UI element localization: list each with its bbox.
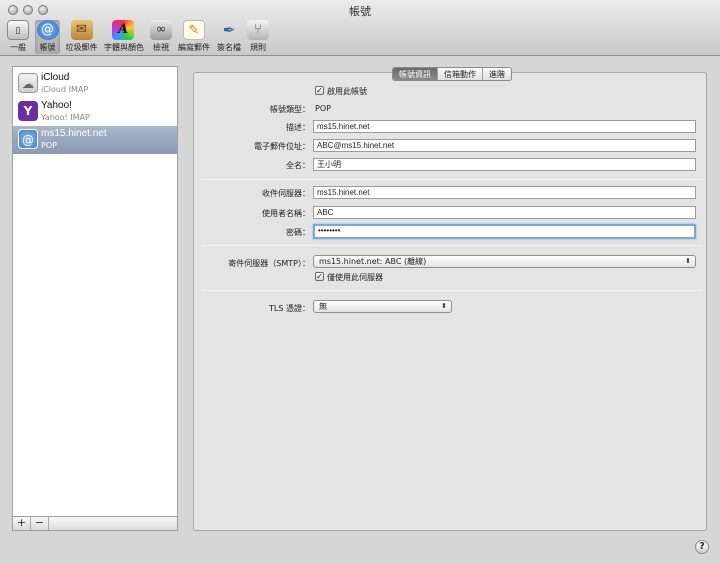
- divider: [202, 179, 702, 180]
- incoming-server-label: 收件伺服器：: [262, 189, 310, 198]
- outgoing-server-label: 寄件伺服器（SMTP）：: [228, 259, 310, 268]
- full-name-field[interactable]: 王小明: [313, 158, 696, 171]
- divider: [202, 245, 702, 246]
- account-item-ms15-hinet[interactable]: @ ms15.hinet.net POP: [13, 126, 177, 154]
- sidebar-button-bar: + −: [12, 516, 178, 531]
- title-toolbar-bar: 帳號 ▯ 一般 @ 帳號 ✉ 垃圾郵件 A 字體與顏色 ∞ 檢視 ✎ 編寫郵件 …: [0, 0, 720, 56]
- toolbar-signatures[interactable]: ✒ 簽名檔: [215, 20, 243, 54]
- signature-icon: ✒: [222, 21, 236, 39]
- toolbar-junk-mail[interactable]: ✉ 垃圾郵件: [64, 20, 99, 54]
- account-item-icloud[interactable]: ☁ iCloud iCloud IMAP: [13, 70, 177, 98]
- account-type-label: 帳號類型：: [270, 105, 310, 114]
- segmented-tabs: 帳號資訊 信箱動作 進階: [392, 67, 512, 81]
- description-field[interactable]: ms15.hinet.net: [313, 120, 696, 133]
- tls-certificate-value: 無: [319, 302, 327, 311]
- toolbar-fonts-colors[interactable]: A 字體與顏色: [104, 20, 144, 54]
- cloud-icon: ☁: [18, 73, 38, 93]
- tab-mailbox-behaviors[interactable]: 信箱動作: [438, 68, 483, 80]
- add-account-button[interactable]: +: [13, 517, 31, 530]
- chevron-up-down-icon: ⬍: [685, 257, 691, 265]
- accounts-list[interactable]: ☁ iCloud iCloud IMAP Y Yahoo! Yahoo! IMA…: [12, 66, 178, 531]
- toolbar-accounts[interactable]: @ 帳號: [35, 20, 60, 54]
- remove-account-button[interactable]: −: [31, 517, 49, 530]
- account-type-value: POP: [315, 104, 331, 113]
- password-field[interactable]: ••••••••: [313, 224, 696, 239]
- help-button[interactable]: ?: [695, 540, 709, 554]
- enable-account-checkbox[interactable]: ✓: [315, 86, 324, 95]
- rules-icon: ⑂: [247, 20, 269, 40]
- toolbar-composing[interactable]: ✎ 編寫郵件: [178, 20, 210, 54]
- tls-certificate-label: TLS 憑證：: [269, 304, 310, 313]
- at-sign-icon: @: [18, 129, 38, 149]
- full-name-label: 全名：: [286, 161, 310, 170]
- divider: [202, 290, 702, 291]
- toolbar-general[interactable]: ▯ 一般: [6, 20, 30, 54]
- use-only-this-server-label: 僅使用此伺服器: [327, 273, 383, 282]
- fonts-colors-icon: A: [112, 20, 134, 40]
- description-label: 描述：: [286, 123, 310, 132]
- password-label: 密碼：: [286, 228, 310, 237]
- outgoing-server-value: ms15.hinet.net: ABC (離線): [319, 257, 427, 266]
- toolbar-rules[interactable]: ⑂ 規則: [247, 20, 269, 54]
- email-label: 電子郵件位址：: [254, 142, 310, 151]
- at-sign-icon: @: [36, 20, 59, 40]
- account-item-yahoo[interactable]: Y Yahoo! Yahoo! IMAP: [13, 98, 177, 126]
- email-field[interactable]: ABC@ms15.hinet.net: [313, 139, 696, 152]
- junk-mail-icon: ✉: [70, 20, 93, 40]
- switch-icon: ▯: [7, 20, 29, 40]
- tab-account-info[interactable]: 帳號資訊: [393, 68, 438, 80]
- outgoing-server-dropdown[interactable]: ms15.hinet.net: ABC (離線) ⬍: [313, 255, 696, 268]
- incoming-server-field[interactable]: ms15.hinet.net: [313, 186, 696, 199]
- tab-advanced[interactable]: 進階: [483, 68, 511, 80]
- enable-account-label: 啟用此帳號: [327, 87, 367, 96]
- yahoo-icon: Y: [18, 101, 38, 121]
- window-title: 帳號: [349, 5, 371, 18]
- username-field[interactable]: ABC: [313, 206, 696, 219]
- use-only-this-server-checkbox[interactable]: ✓: [315, 272, 324, 281]
- username-label: 使用者名稱：: [262, 209, 310, 218]
- chevron-up-down-icon: ⬍: [441, 302, 447, 310]
- tls-certificate-dropdown[interactable]: 無 ⬍: [313, 300, 452, 313]
- toolbar-viewing[interactable]: ∞ 檢視: [150, 20, 172, 54]
- composing-pen-icon: ✎: [183, 20, 205, 40]
- glasses-icon: ∞: [150, 20, 172, 40]
